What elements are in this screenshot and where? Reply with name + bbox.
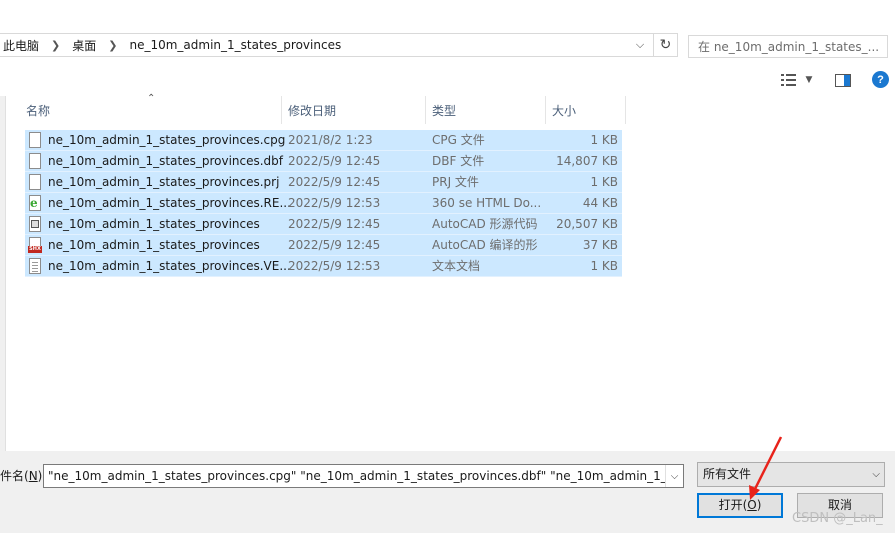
- file-name: ne_10m_admin_1_states_provinces.RE...: [48, 196, 291, 210]
- filename-field[interactable]: "ne_10m_admin_1_states_provinces.cpg" "n…: [43, 464, 684, 488]
- file-type: CPG 文件: [432, 133, 485, 147]
- open-file-dialog: 此电脑 ❯ 桌面 ❯ ne_10m_admin_1_states_provinc…: [0, 0, 895, 533]
- search-placeholder: 在 ne_10m_admin_1_states_...: [698, 40, 880, 54]
- file-name: ne_10m_admin_1_states_provinces.VE...: [48, 259, 291, 273]
- chevron-down-icon[interactable]: ⌵: [872, 463, 880, 486]
- column-header-size[interactable]: 大小: [546, 96, 626, 124]
- file-size: 14,807 KB: [556, 154, 618, 168]
- file-row[interactable]: ne_10m_admin_1_states_provinces.dbf 2022…: [25, 151, 622, 172]
- column-name-label: 名称: [26, 103, 51, 118]
- breadcrumb: 此电脑 ❯ 桌面 ❯ ne_10m_admin_1_states_provinc…: [0, 34, 345, 56]
- breadcrumb-this-pc[interactable]: 此电脑: [0, 37, 43, 54]
- file-icon: [28, 174, 44, 190]
- search-input[interactable]: 在 ne_10m_admin_1_states_...: [688, 35, 888, 58]
- autocad-shape-source-icon: [28, 216, 44, 232]
- file-type: DBF 文件: [432, 154, 485, 168]
- file-row[interactable]: ne_10m_admin_1_states_provinces.cpg 2021…: [25, 130, 622, 151]
- file-row[interactable]: ne_10m_admin_1_states_provinces.VE... 20…: [25, 256, 622, 277]
- column-header-date[interactable]: 修改日期: [282, 96, 426, 124]
- file-date: 2022/5/9 12:53: [288, 259, 381, 273]
- filetype-select[interactable]: 所有文件 ⌵: [697, 462, 885, 487]
- html-360-icon: e: [28, 195, 44, 211]
- chevron-down-icon[interactable]: ⌵: [665, 465, 683, 487]
- filename-value: "ne_10m_admin_1_states_provinces.cpg" "n…: [48, 469, 683, 483]
- column-size-label: 大小: [552, 103, 577, 118]
- breadcrumb-folder[interactable]: ne_10m_admin_1_states_provinces: [125, 38, 345, 52]
- file-name: ne_10m_admin_1_states_provinces: [48, 238, 260, 252]
- file-type: AutoCAD 编译的形: [432, 238, 538, 252]
- column-date-label: 修改日期: [288, 103, 337, 118]
- file-name: ne_10m_admin_1_states_provinces.prj: [48, 175, 280, 189]
- file-date: 2022/5/9 12:53: [288, 196, 381, 210]
- file-date: 2022/5/9 12:45: [288, 175, 381, 189]
- file-row[interactable]: ne_10m_admin_1_states_provinces.prj 2022…: [25, 172, 622, 193]
- file-type: PRJ 文件: [432, 175, 479, 189]
- view-options-icon[interactable]: [780, 71, 798, 89]
- watermark: CSDN @_Lan_: [792, 511, 883, 526]
- preview-pane-icon[interactable]: [834, 71, 852, 89]
- nav-pane-scrollbar[interactable]: [0, 96, 6, 451]
- chevron-right-icon[interactable]: ❯: [100, 39, 125, 52]
- file-row[interactable]: e ne_10m_admin_1_states_provinces.RE... …: [25, 193, 622, 214]
- refresh-icon[interactable]: ↻: [653, 34, 677, 56]
- help-icon[interactable]: ?: [872, 71, 889, 88]
- file-name: ne_10m_admin_1_states_provinces.dbf: [48, 154, 284, 168]
- file-date: 2022/5/9 12:45: [288, 238, 381, 252]
- file-size: 44 KB: [582, 196, 618, 210]
- file-size: 1 KB: [590, 259, 618, 273]
- file-icon: [28, 153, 44, 169]
- file-type: 文本文档: [432, 259, 481, 273]
- file-row[interactable]: ne_10m_admin_1_states_provinces 2022/5/9…: [25, 214, 622, 235]
- file-name: ne_10m_admin_1_states_provinces.cpg: [48, 133, 286, 147]
- file-size: 1 KB: [590, 133, 618, 147]
- chevron-down-icon[interactable]: ⌵: [629, 34, 651, 56]
- column-header-name[interactable]: 名称: [20, 96, 282, 124]
- open-button[interactable]: 打开(O): [697, 493, 783, 518]
- chevron-right-icon[interactable]: ❯: [43, 39, 68, 52]
- breadcrumb-desktop[interactable]: 桌面: [68, 37, 100, 54]
- column-header-type[interactable]: 类型: [426, 96, 546, 124]
- file-type: AutoCAD 形源代码: [432, 217, 538, 231]
- file-date: 2021/8/2 1:23: [288, 133, 373, 147]
- file-name: ne_10m_admin_1_states_provinces: [48, 217, 260, 231]
- shx-icon: SHX: [28, 237, 44, 253]
- address-bar[interactable]: 此电脑 ❯ 桌面 ❯ ne_10m_admin_1_states_provinc…: [0, 33, 678, 57]
- file-size: 20,507 KB: [556, 217, 618, 231]
- file-size: 37 KB: [582, 238, 618, 252]
- filetype-value: 所有文件: [703, 467, 752, 481]
- file-date: 2022/5/9 12:45: [288, 217, 381, 231]
- file-type: 360 se HTML Do...: [432, 196, 542, 210]
- file-size: 1 KB: [590, 175, 618, 189]
- column-type-label: 类型: [432, 103, 457, 118]
- text-document-icon: [28, 258, 44, 274]
- filename-label: 件名(N):: [0, 469, 46, 483]
- file-date: 2022/5/9 12:45: [288, 154, 381, 168]
- view-dropdown-icon[interactable]: ▼: [802, 71, 816, 89]
- file-row[interactable]: SHX ne_10m_admin_1_states_provinces 2022…: [25, 235, 622, 256]
- file-icon: [28, 132, 44, 148]
